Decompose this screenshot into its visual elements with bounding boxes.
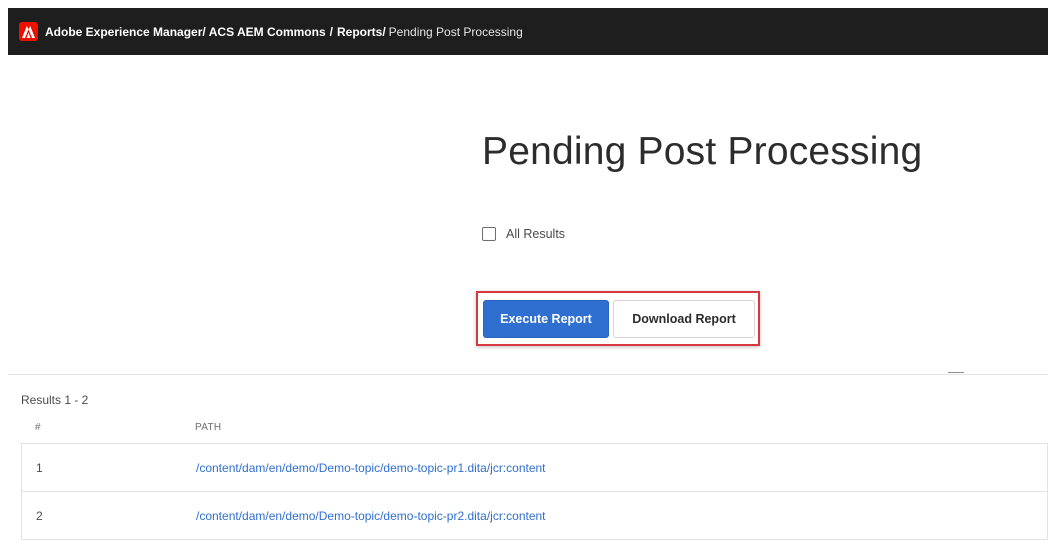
all-results-label: All Results [506, 227, 566, 241]
all-results-option[interactable]: All Results [482, 227, 565, 241]
page-title: Pending Post Processing [482, 130, 923, 173]
breadcrumb-aem[interactable]: Adobe Experience Manager [45, 25, 202, 39]
breadcrumb-separator: / [202, 24, 206, 39]
breadcrumb-reports[interactable]: Reports [337, 25, 382, 39]
breadcrumb-separator: / [382, 24, 386, 39]
column-header-path: PATH [195, 422, 222, 433]
row-number: 1 [36, 460, 43, 475]
results-count: Results 1 - 2 [21, 393, 89, 407]
collapse-icon[interactable] [948, 372, 964, 373]
row-path-link[interactable]: /content/dam/en/demo/Demo-topic/demo-top… [195, 509, 546, 523]
table-header: # PATH [21, 412, 1048, 444]
row-path-link[interactable]: /content/dam/en/demo/Demo-topic/demo-top… [195, 461, 546, 475]
row-number: 2 [36, 508, 43, 523]
results-table: # PATH 1 /content/dam/en/demo/Demo-topic… [21, 412, 1048, 540]
breadcrumb-acs-aem-commons[interactable]: ACS AEM Commons [209, 25, 326, 39]
breadcrumb: Adobe Experience Manager / ACS AEM Commo… [45, 25, 523, 39]
section-divider [8, 374, 1048, 375]
execute-report-button[interactable]: Execute Report [483, 299, 609, 338]
table-row: 2 /content/dam/en/demo/Demo-topic/demo-t… [21, 492, 1048, 540]
download-report-button[interactable]: Download Report [613, 299, 755, 338]
adobe-logo-icon[interactable] [19, 22, 38, 41]
breadcrumb-separator: / [329, 24, 333, 39]
all-results-checkbox[interactable] [482, 227, 496, 241]
top-header-bar: Adobe Experience Manager / ACS AEM Commo… [8, 8, 1048, 55]
column-header-number: # [35, 422, 41, 433]
table-row: 1 /content/dam/en/demo/Demo-topic/demo-t… [21, 444, 1048, 492]
report-actions-highlight: Execute Report Download Report [476, 291, 760, 346]
breadcrumb-current-page: Pending Post Processing [388, 24, 523, 39]
